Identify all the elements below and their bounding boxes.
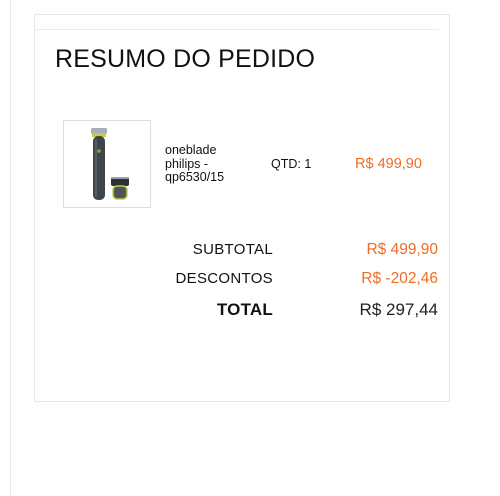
- subtotal-row: SUBTOTAL R$ 499,90: [35, 241, 449, 265]
- order-item-row: oneblade philips - qp6530/15 QTD: 1 R$ 4…: [63, 120, 443, 210]
- card-top-divider: [35, 29, 439, 30]
- product-name[interactable]: oneblade philips - qp6530/15: [165, 143, 255, 185]
- product-price: R$ 499,90: [355, 156, 422, 172]
- product-quantity: QTD: 1: [271, 157, 312, 171]
- subtotal-label: SUBTOTAL: [192, 241, 273, 258]
- subtotal-value: R$ 499,90: [366, 241, 438, 258]
- oneblade-product-image: [91, 128, 129, 200]
- order-summary-card: RESUMO DO PEDIDO oneblade philips - qp65…: [34, 14, 450, 402]
- order-summary-title: RESUMO DO PEDIDO: [55, 45, 316, 73]
- total-value: R$ 297,44: [359, 300, 438, 319]
- discounts-label: DESCONTOS: [175, 270, 273, 287]
- product-thumbnail: [63, 120, 151, 208]
- discounts-value: R$ -202,46: [361, 270, 438, 287]
- total-label: TOTAL: [216, 300, 273, 319]
- total-row: TOTAL R$ 297,44: [35, 300, 449, 324]
- page-divider: [10, 0, 11, 496]
- discounts-row: DESCONTOS R$ -202,46: [35, 270, 449, 294]
